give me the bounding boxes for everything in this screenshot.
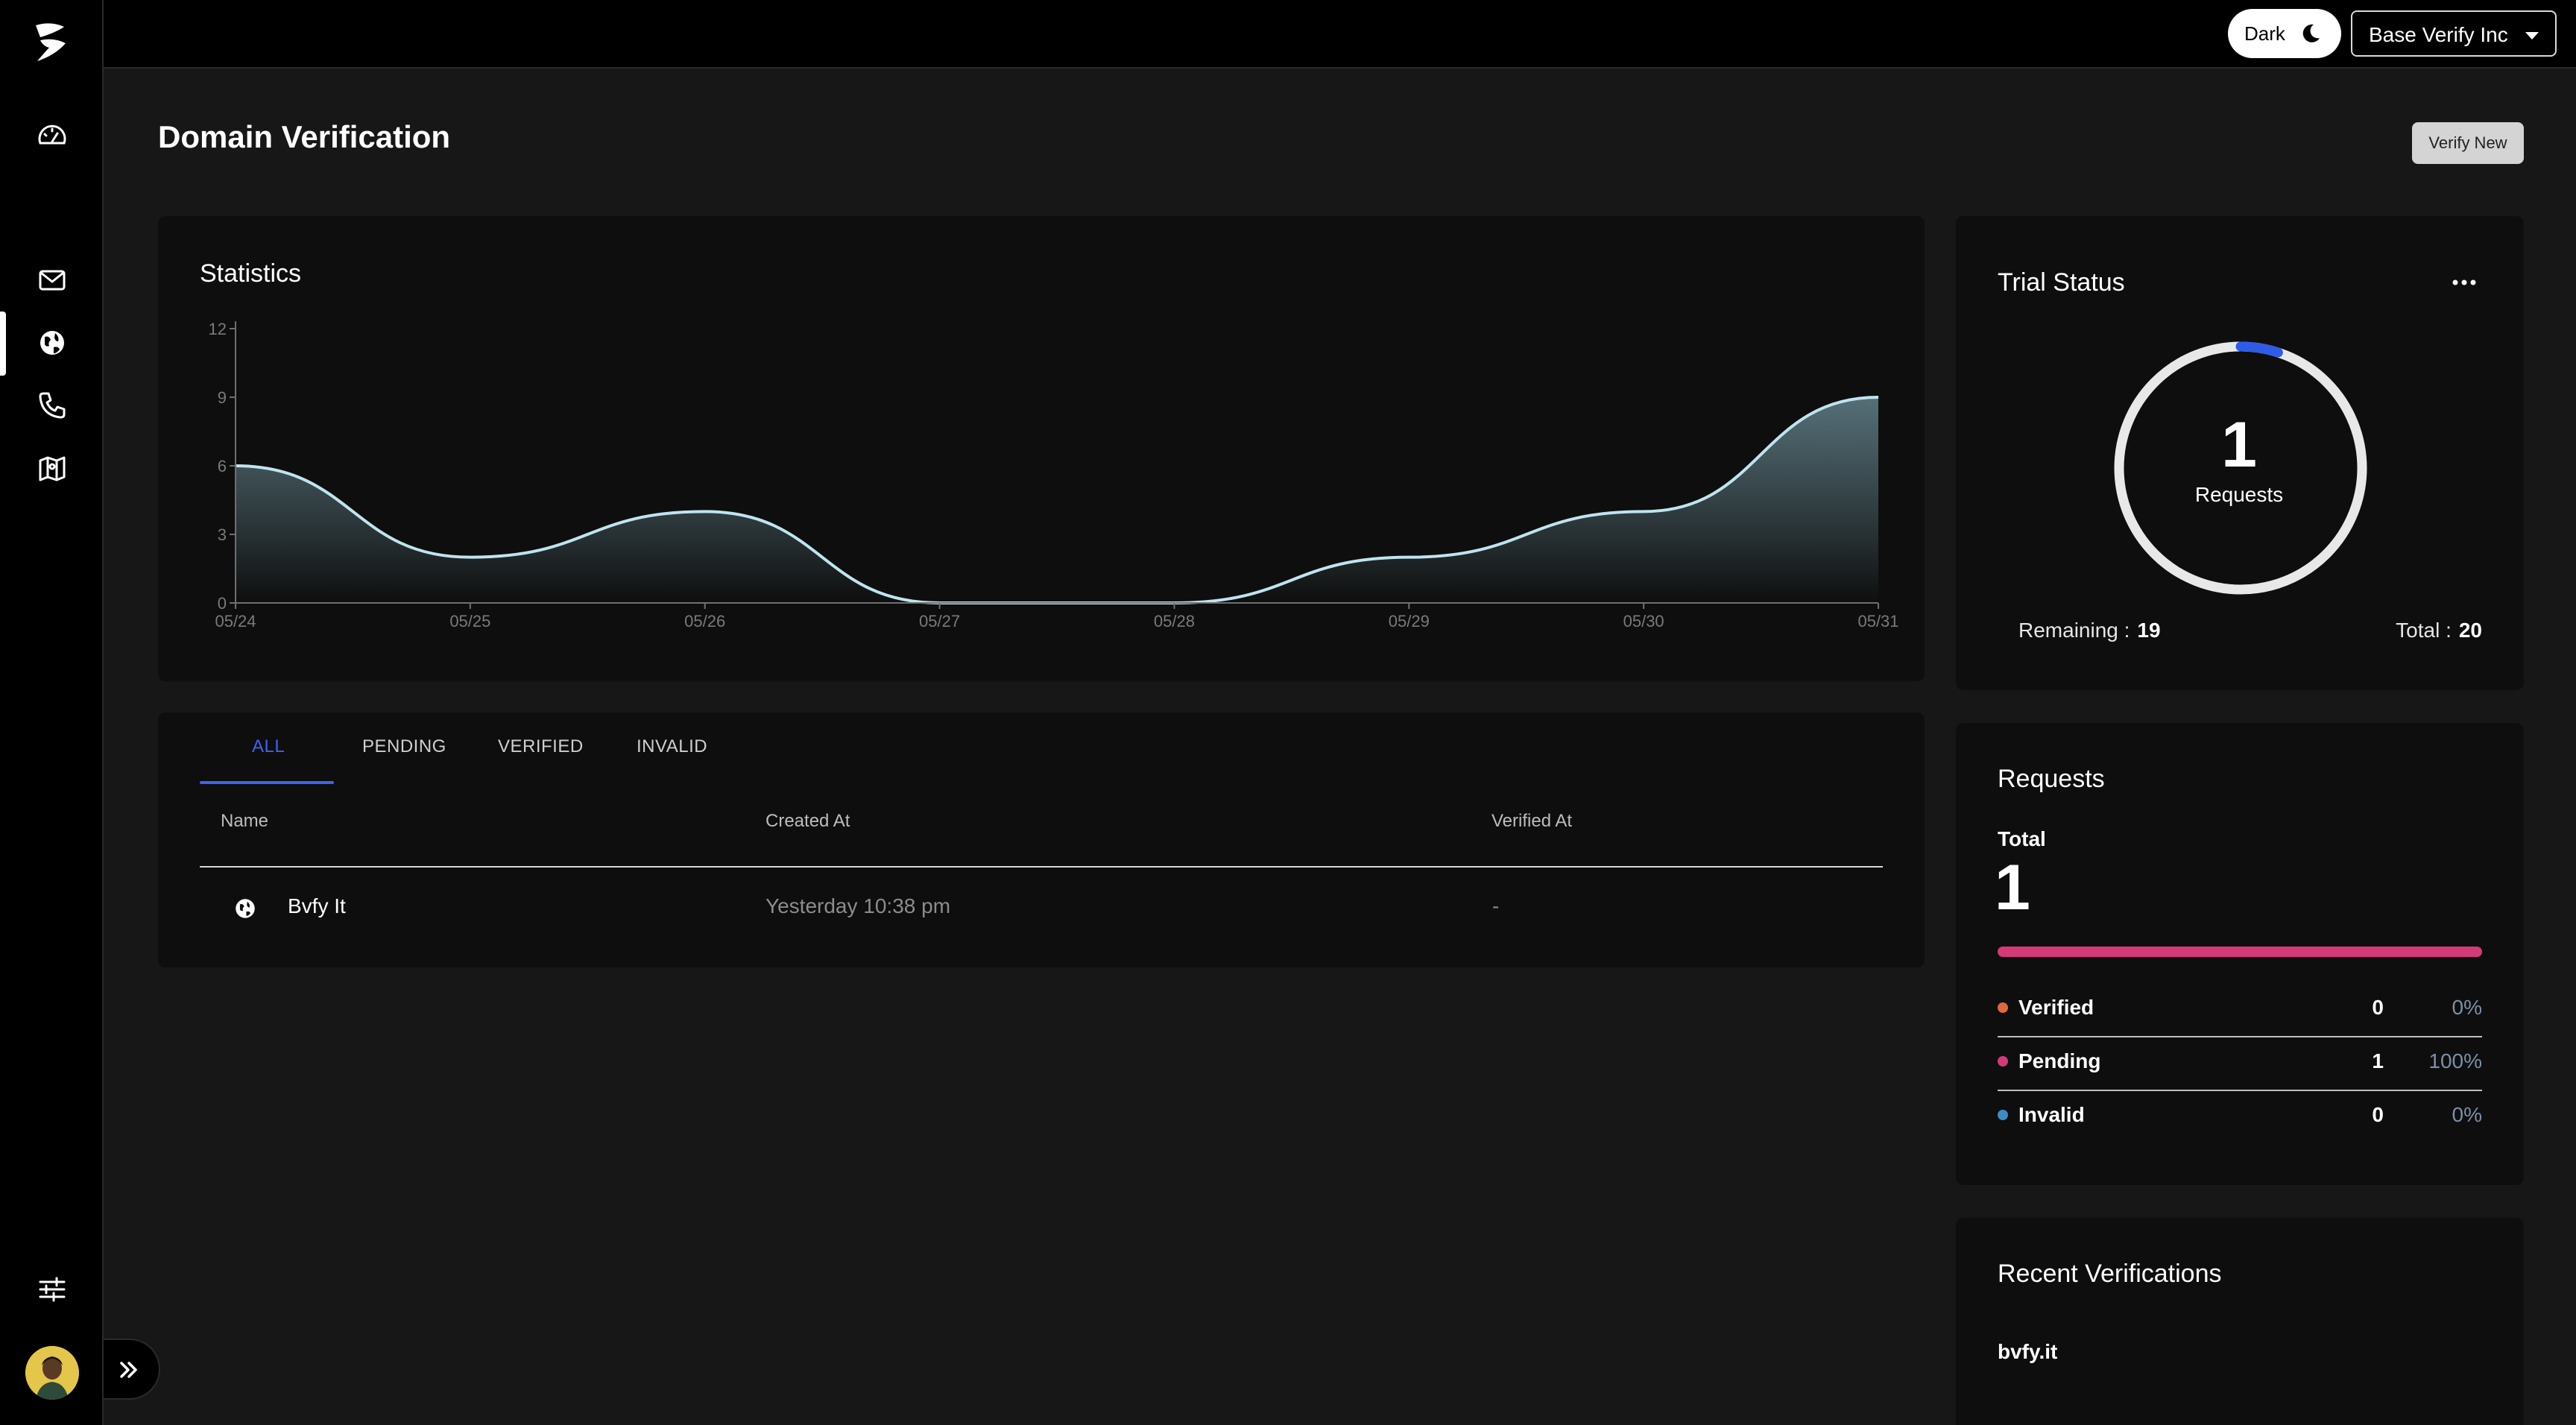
moon-icon xyxy=(2302,24,2320,42)
verifications-table-card: ALL PENDING VERIFIED INVALID Name Create… xyxy=(158,712,1925,967)
requests-row-pending: Pending 1 100% xyxy=(1998,1036,2482,1090)
trial-total: Total : 20 xyxy=(2396,619,2482,642)
row-count: 1 xyxy=(2372,1049,2384,1072)
requests-progress-bar xyxy=(1998,947,2482,957)
trial-remaining: Remaining : 19 xyxy=(2018,619,2161,642)
row-label: Verified xyxy=(2018,996,2094,1019)
invalid-status-dot xyxy=(1998,1110,2008,1120)
trial-total-label: Total : xyxy=(2396,619,2452,642)
trial-remaining-label: Remaining : xyxy=(2018,619,2130,642)
column-header-verified-at[interactable]: Verified At xyxy=(1491,811,1572,832)
phone-icon[interactable] xyxy=(34,388,70,423)
requests-card: Requests Total 1 Verified 0 0% Pending 1… xyxy=(1956,723,2524,1185)
y-tick-label: 12 xyxy=(209,320,227,338)
globe-icon xyxy=(236,899,255,918)
table-header-divider xyxy=(200,866,1883,868)
row-created-at: Yesterday 10:38 pm xyxy=(765,894,951,917)
statistics-chart: 0 3 6 9 12 05/24 05/25 05/26 05/27 05/28 05/29 05/3… xyxy=(209,320,1899,631)
row-percent: 0% xyxy=(2452,996,2482,1019)
chevron-down-icon xyxy=(2525,32,2539,40)
settings-sliders-icon[interactable] xyxy=(34,1271,70,1307)
trial-used-count: 1 xyxy=(2221,409,2257,481)
theme-toggle[interactable]: Dark xyxy=(2228,9,2341,58)
tab-verified[interactable]: VERIFIED xyxy=(498,736,584,757)
theme-toggle-label: Dark xyxy=(2244,22,2285,45)
organization-name: Base Verify Inc xyxy=(2369,23,2508,46)
x-tick-label: 05/31 xyxy=(1857,612,1898,631)
recent-verifications-card: Recent Verifications bvfy.it xyxy=(1956,1218,2524,1425)
row-name: Bvfy It xyxy=(288,894,346,917)
requests-row-verified: Verified 0 0% xyxy=(1998,982,2482,1036)
logo-icon[interactable] xyxy=(33,21,69,66)
double-chevron-right-icon xyxy=(120,1362,137,1378)
trial-status-title: Trial Status xyxy=(1998,268,2125,297)
row-percent: 100% xyxy=(2428,1049,2482,1072)
tab-all[interactable]: ALL xyxy=(252,736,285,757)
column-header-name[interactable]: Name xyxy=(221,811,268,832)
y-tick-label: 6 xyxy=(218,457,227,475)
row-verified-at: - xyxy=(1492,894,1500,917)
sidebar xyxy=(0,0,104,1425)
recent-verifications-title: Recent Verifications xyxy=(1998,1260,2222,1288)
pending-status-dot xyxy=(1998,1056,2008,1067)
trial-status-card: Trial Status 1 Requests Remaining : 19 To… xyxy=(1956,216,2524,690)
tab-pending[interactable]: PENDING xyxy=(362,736,446,757)
row-percent: 0% xyxy=(2452,1103,2482,1126)
x-tick-label: 05/29 xyxy=(1389,612,1430,631)
dashboard-icon[interactable] xyxy=(34,118,70,154)
requests-title: Requests xyxy=(1998,765,2105,793)
requests-total-value: 1 xyxy=(1995,852,2030,923)
row-count: 0 xyxy=(2372,1103,2384,1126)
verify-new-button[interactable]: Verify New xyxy=(2412,122,2524,164)
more-options-icon[interactable] xyxy=(2449,277,2479,288)
row-label: Pending xyxy=(2018,1049,2101,1072)
globe-icon[interactable] xyxy=(34,325,70,361)
x-tick-label: 05/25 xyxy=(449,612,490,631)
y-tick-label: 3 xyxy=(218,525,227,544)
chart-area-fill xyxy=(236,397,1878,603)
avatar[interactable] xyxy=(25,1346,79,1400)
map-icon[interactable] xyxy=(34,450,70,486)
mail-icon[interactable] xyxy=(34,262,70,298)
x-tick-label: 05/30 xyxy=(1623,612,1664,631)
x-tick-label: 05/28 xyxy=(1154,612,1195,631)
requests-row-invalid: Invalid 0 0% xyxy=(1998,1090,2482,1143)
nav-active-indicator xyxy=(0,312,6,376)
organization-select[interactable]: Base Verify Inc xyxy=(2351,10,2557,57)
column-header-created-at[interactable]: Created At xyxy=(765,811,850,832)
trial-remaining-value: 19 xyxy=(2137,619,2161,642)
x-tick-label: 05/27 xyxy=(919,612,960,631)
x-tick-label: 05/26 xyxy=(684,612,725,631)
row-label: Invalid xyxy=(2018,1103,2085,1126)
row-count: 0 xyxy=(2372,996,2384,1019)
expand-sidebar-button[interactable] xyxy=(104,1339,160,1400)
y-tick-label: 0 xyxy=(218,594,227,613)
verified-status-dot xyxy=(1998,1002,2008,1013)
topbar xyxy=(104,0,2576,69)
recent-verification-item[interactable]: bvfy.it xyxy=(1998,1340,2057,1364)
y-tick-label: 9 xyxy=(218,388,227,407)
trial-total-value: 20 xyxy=(2458,619,2482,642)
active-tab-indicator xyxy=(200,781,334,784)
trial-used-label: Requests xyxy=(2194,483,2284,506)
page-title: Domain Verification xyxy=(158,119,451,154)
tab-invalid[interactable]: INVALID xyxy=(637,736,707,757)
x-tick-label: 05/24 xyxy=(215,612,256,631)
statistics-card: Statistics 0 3 6 9 12 05/24 05/25 05/26 05/27 05/… xyxy=(158,216,1925,681)
requests-total-label: Total xyxy=(1998,827,2046,850)
